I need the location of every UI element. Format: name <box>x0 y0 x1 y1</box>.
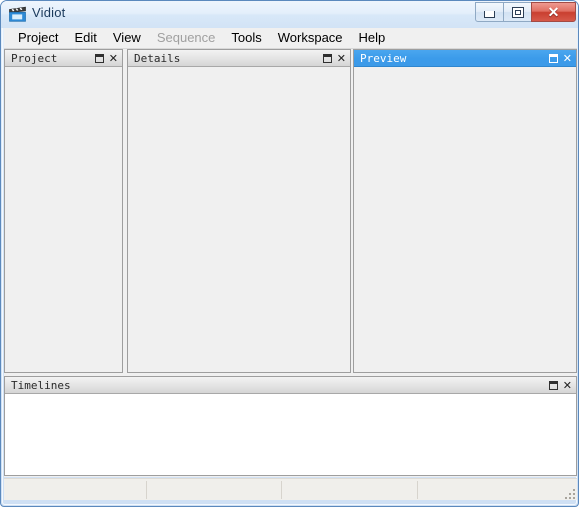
pane-project: Project ✕ <box>4 49 123 373</box>
pane-project-buttons: ✕ <box>94 50 118 67</box>
pane-project-title: Project <box>11 51 58 65</box>
minimize-icon <box>484 11 495 18</box>
title-bar[interactable]: Vidiot ✕ <box>1 1 578 28</box>
menu-bar: Project Edit View Sequence Tools Workspa… <box>4 28 577 49</box>
status-field-1 <box>4 481 147 499</box>
close-pane-icon[interactable]: ✕ <box>337 53 346 64</box>
pane-timelines-buttons: ✕ <box>548 377 572 394</box>
pane-timelines: Timelines ✕ <box>4 376 577 476</box>
menu-item-project[interactable]: Project <box>10 28 66 48</box>
pane-preview-body[interactable] <box>354 67 576 372</box>
close-pane-icon[interactable]: ✕ <box>109 53 118 64</box>
close-pane-icon[interactable]: ✕ <box>563 380 572 391</box>
pane-preview-title: Preview <box>360 51 407 65</box>
pane-preview: Preview ✕ <box>353 49 577 373</box>
window-controls: ✕ <box>475 2 576 23</box>
status-bar <box>4 478 577 500</box>
maximize-button[interactable] <box>503 2 532 22</box>
float-pane-icon[interactable] <box>94 54 104 63</box>
pane-timelines-header[interactable]: Timelines ✕ <box>5 377 576 394</box>
menu-item-workspace[interactable]: Workspace <box>270 28 351 48</box>
pane-timelines-body[interactable] <box>5 394 576 475</box>
menu-item-view[interactable]: View <box>105 28 149 48</box>
menu-item-sequence: Sequence <box>156 30 216 45</box>
dock-client-area: Project ✕ Details ✕ Preview ✕ Timelines … <box>4 49 577 477</box>
pane-project-header[interactable]: Project ✕ <box>5 50 122 67</box>
close-icon: ✕ <box>547 4 560 20</box>
minimize-button[interactable] <box>475 2 504 22</box>
window-title: Vidiot <box>32 5 66 20</box>
close-button[interactable]: ✕ <box>531 2 576 22</box>
maximize-icon <box>511 6 524 18</box>
pane-details-body[interactable] <box>128 67 350 372</box>
pane-details-title: Details <box>134 51 181 65</box>
pane-preview-header[interactable]: Preview ✕ <box>354 50 576 67</box>
float-pane-icon[interactable] <box>548 381 558 390</box>
float-pane-icon[interactable] <box>322 54 332 63</box>
menu-item-tools[interactable]: Tools <box>223 28 269 48</box>
pane-timelines-title: Timelines <box>11 378 71 392</box>
film-clapperboard-icon <box>9 6 26 22</box>
menu-item-help[interactable]: Help <box>351 28 394 48</box>
pane-preview-buttons: ✕ <box>548 50 572 67</box>
pane-details-buttons: ✕ <box>322 50 346 67</box>
close-pane-icon[interactable]: ✕ <box>563 53 572 64</box>
application-window: Vidiot ✕ Project Edit View Sequence Tool… <box>0 0 579 507</box>
pane-details-header[interactable]: Details ✕ <box>128 50 350 67</box>
menu-item-edit[interactable]: Edit <box>66 28 104 48</box>
float-pane-icon[interactable] <box>548 54 558 63</box>
resize-grip[interactable] <box>563 487 575 499</box>
status-field-4 <box>418 481 577 499</box>
pane-details: Details ✕ <box>127 49 351 373</box>
pane-project-body[interactable] <box>5 67 122 372</box>
status-field-3 <box>282 481 418 499</box>
status-field-2 <box>147 481 282 499</box>
